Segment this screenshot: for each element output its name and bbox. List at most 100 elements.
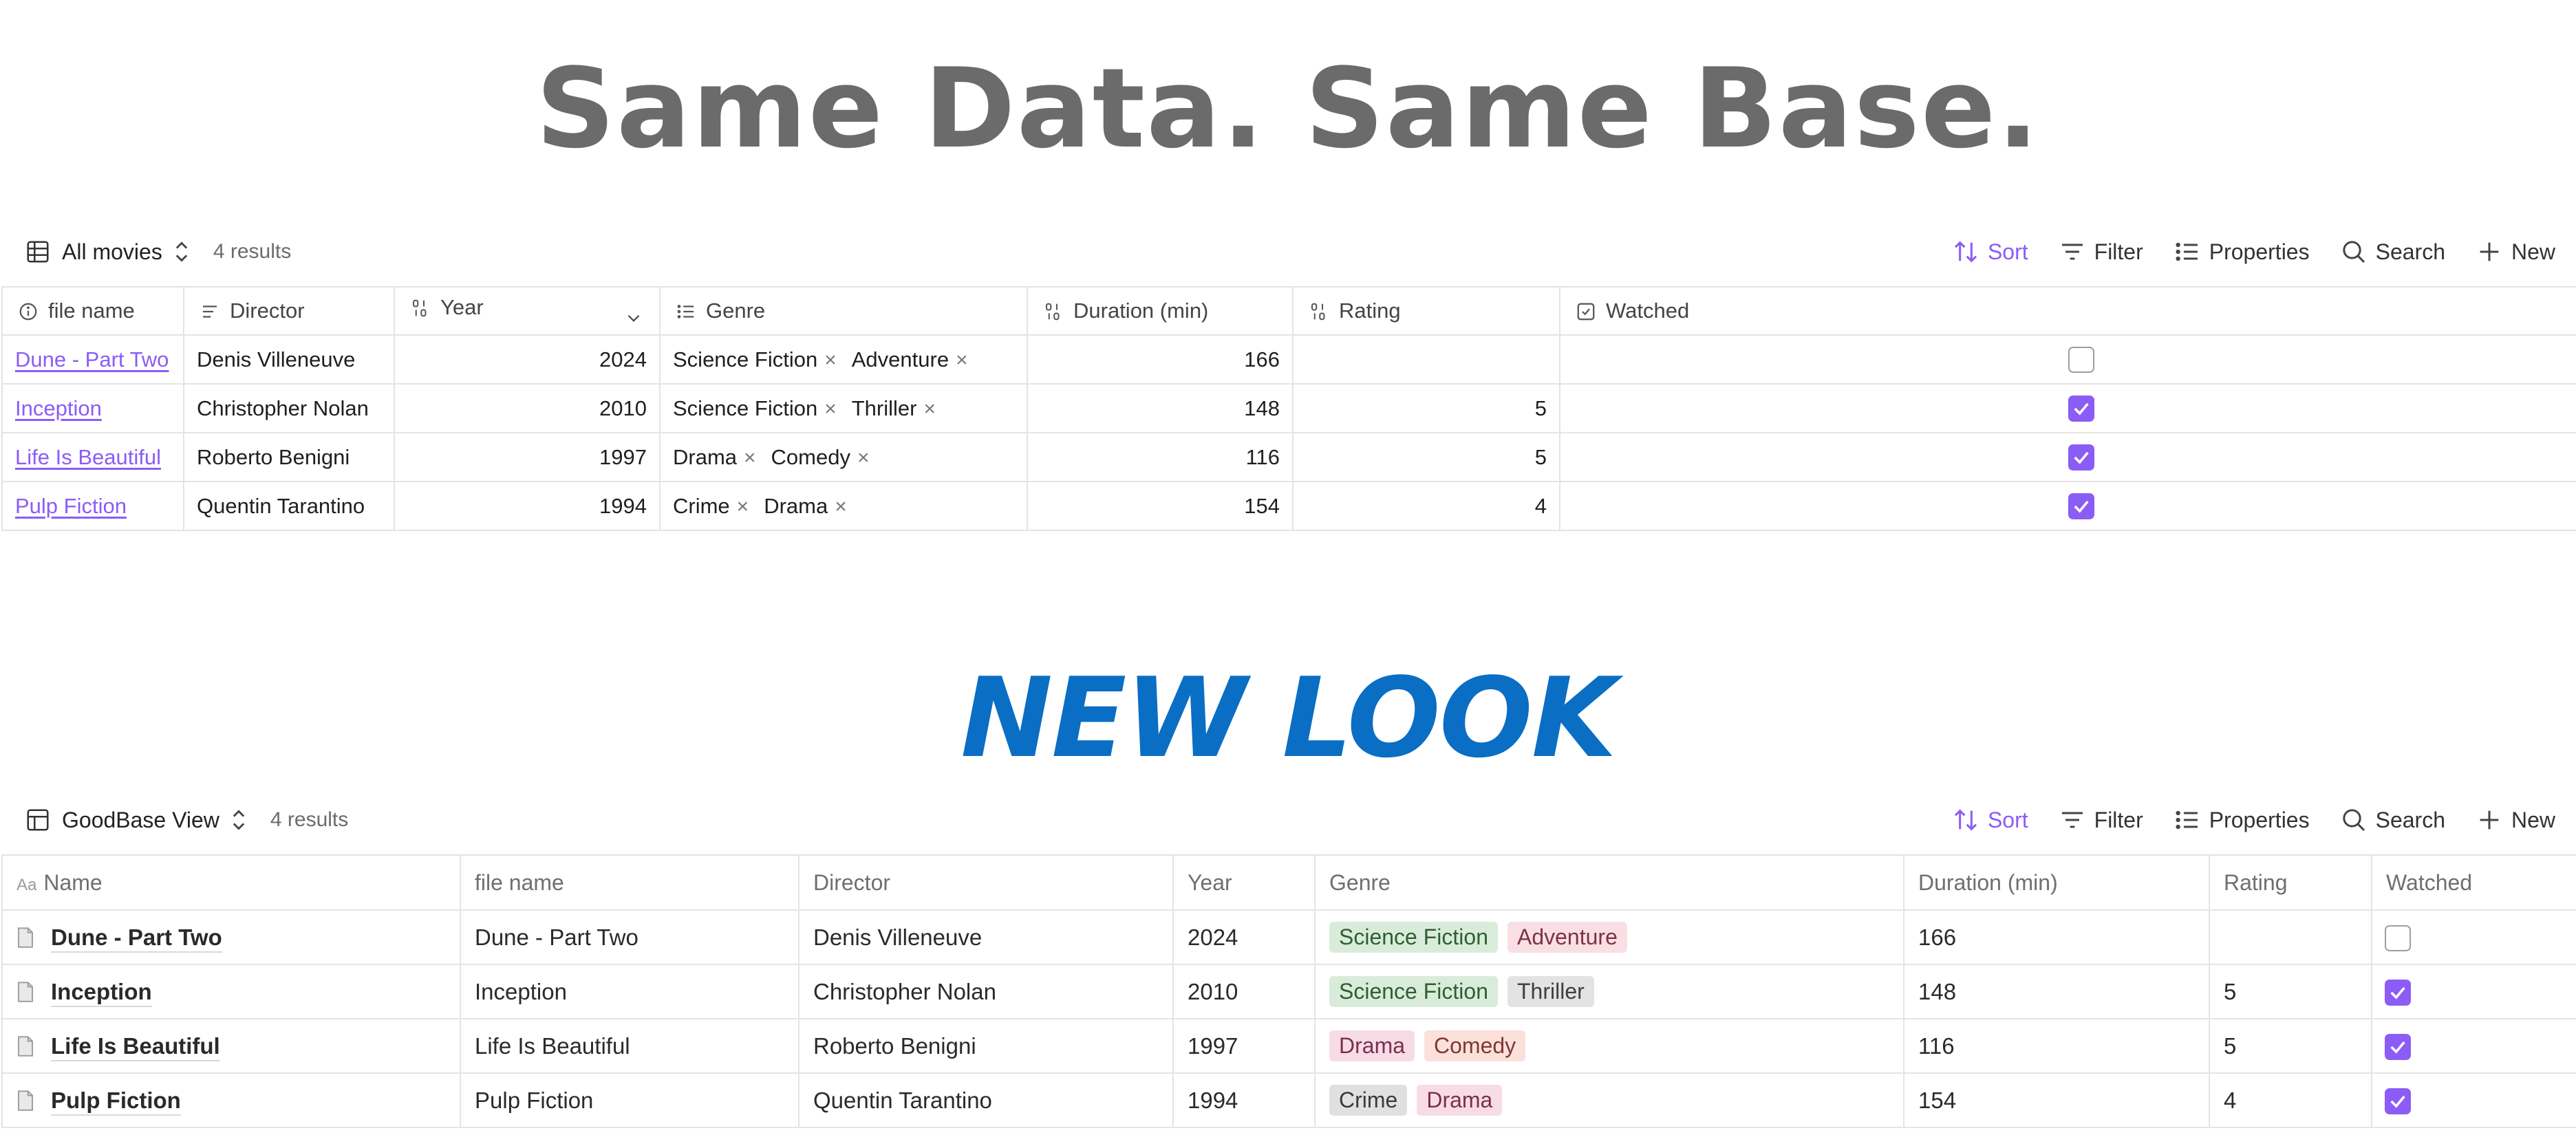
chevron-up-down-icon[interactable] <box>230 808 247 832</box>
remove-icon[interactable]: × <box>744 446 756 469</box>
cell-name[interactable]: Inception <box>1 964 461 1019</box>
remove-icon[interactable]: × <box>956 349 968 371</box>
remove-icon[interactable]: × <box>835 495 847 518</box>
column-header-genre[interactable]: Genre <box>1314 854 1904 911</box>
remove-icon[interactable]: × <box>737 495 749 518</box>
chevron-up-down-icon[interactable] <box>173 239 190 264</box>
cell-genre[interactable]: Drama Comedy <box>1314 1018 1904 1074</box>
column-header-director[interactable]: Director <box>183 286 395 336</box>
cell-duration[interactable]: 166 <box>1903 909 2210 965</box>
cell-rating[interactable]: 5 <box>1292 383 1560 433</box>
watched-checkbox[interactable] <box>2068 493 2094 519</box>
cell-director[interactable]: Christopher Nolan <box>183 383 395 433</box>
cell-year[interactable]: 2024 <box>1172 909 1316 965</box>
cell-duration[interactable]: 154 <box>1903 1072 2210 1128</box>
watched-checkbox[interactable] <box>2068 395 2094 422</box>
cell-rating[interactable]: 5 <box>1292 432 1560 482</box>
remove-icon[interactable]: × <box>824 349 837 371</box>
cell-director[interactable]: Quentin Tarantino <box>183 481 395 531</box>
cell-file-name[interactable]: Life Is Beautiful <box>460 1018 799 1074</box>
cell-genre[interactable]: Science Fiction Thriller <box>1314 964 1904 1019</box>
cell-genre[interactable]: Science Fiction × Adventure × <box>659 334 1028 385</box>
cell-director[interactable]: Denis Villeneuve <box>183 334 395 385</box>
column-header-rating[interactable]: Rating <box>1292 286 1560 336</box>
sort-button[interactable]: Sort <box>1952 238 2028 266</box>
column-header-file-name[interactable]: file name <box>1 286 184 336</box>
cell-genre[interactable]: Science Fiction Adventure <box>1314 909 1904 965</box>
remove-icon[interactable]: × <box>824 398 837 420</box>
cell-year[interactable]: 1997 <box>1172 1018 1316 1074</box>
column-header-year[interactable]: Year <box>1172 854 1316 911</box>
watched-checkbox[interactable] <box>2385 925 2411 951</box>
cell-year[interactable]: 2010 <box>1172 964 1316 1019</box>
cell-genre[interactable]: Crime Drama <box>1314 1072 1904 1128</box>
cell-name[interactable]: Dune - Part Two <box>1 909 461 965</box>
cell-file-name[interactable]: Inception <box>460 964 799 1019</box>
watched-checkbox[interactable] <box>2385 1033 2411 1060</box>
cell-year[interactable]: 1997 <box>394 432 661 482</box>
cell-duration[interactable]: 166 <box>1027 334 1294 385</box>
view-switcher[interactable]: GoodBase View <box>62 808 219 833</box>
view-switcher[interactable]: All movies <box>62 239 162 265</box>
cell-genre[interactable]: Crime × Drama × <box>659 481 1028 531</box>
cell-genre[interactable]: Drama × Comedy × <box>659 432 1028 482</box>
file-link[interactable]: Inception <box>15 396 102 420</box>
properties-button[interactable]: Properties <box>2174 806 2310 834</box>
cell-rating[interactable]: 4 <box>1292 481 1560 531</box>
column-header-file-name[interactable]: file name <box>460 854 799 911</box>
file-link[interactable]: Life Is Beautiful <box>15 445 161 469</box>
remove-icon[interactable]: × <box>923 398 936 420</box>
cell-director[interactable]: Quentin Tarantino <box>798 1072 1174 1128</box>
cell-duration[interactable]: 148 <box>1027 383 1294 433</box>
cell-file-name[interactable]: Pulp Fiction <box>460 1072 799 1128</box>
watched-checkbox[interactable] <box>2068 346 2094 373</box>
cell-duration[interactable]: 116 <box>1027 432 1294 482</box>
page-name[interactable]: Dune - Part Two <box>51 924 222 953</box>
cell-year[interactable]: 2024 <box>394 334 661 385</box>
column-header-duration[interactable]: Duration (min) <box>1027 286 1294 336</box>
file-link[interactable]: Pulp Fiction <box>15 494 127 518</box>
cell-director[interactable]: Roberto Benigni <box>183 432 395 482</box>
column-header-genre[interactable]: Genre <box>659 286 1028 336</box>
column-header-rating[interactable]: Rating <box>2209 854 2372 911</box>
column-header-watched[interactable]: Watched <box>1559 286 2576 336</box>
cell-rating[interactable] <box>2209 909 2372 965</box>
column-header-year[interactable]: Year <box>394 286 661 336</box>
cell-rating[interactable]: 5 <box>2209 964 2372 1019</box>
filter-button[interactable]: Filter <box>2059 806 2143 834</box>
properties-button[interactable]: Properties <box>2174 238 2310 266</box>
cell-name[interactable]: Life Is Beautiful <box>1 1018 461 1074</box>
cell-duration[interactable]: 154 <box>1027 481 1294 531</box>
cell-year[interactable]: 2010 <box>394 383 661 433</box>
sort-button[interactable]: Sort <box>1952 806 2028 834</box>
page-name[interactable]: Inception <box>51 978 152 1007</box>
cell-file-name[interactable]: Dune - Part Two <box>460 909 799 965</box>
remove-icon[interactable]: × <box>857 446 870 469</box>
cell-director[interactable]: Denis Villeneuve <box>798 909 1174 965</box>
cell-genre[interactable]: Science Fiction × Thriller × <box>659 383 1028 433</box>
new-button[interactable]: New <box>2476 806 2555 834</box>
file-link[interactable]: Dune - Part Two <box>15 347 169 371</box>
watched-checkbox[interactable] <box>2068 444 2094 471</box>
watched-checkbox[interactable] <box>2385 1088 2411 1114</box>
watched-checkbox[interactable] <box>2385 979 2411 1006</box>
cell-year[interactable]: 1994 <box>394 481 661 531</box>
search-button[interactable]: Search <box>2340 238 2445 266</box>
column-header-duration[interactable]: Duration (min) <box>1903 854 2210 911</box>
filter-button[interactable]: Filter <box>2059 238 2143 266</box>
cell-name[interactable]: Pulp Fiction <box>1 1072 461 1128</box>
column-header-watched[interactable]: Watched <box>2371 854 2576 911</box>
cell-director[interactable]: Christopher Nolan <box>798 964 1174 1019</box>
new-button[interactable]: New <box>2476 238 2555 266</box>
cell-year[interactable]: 1994 <box>1172 1072 1316 1128</box>
page-name[interactable]: Life Is Beautiful <box>51 1033 220 1061</box>
column-header-name[interactable]: Aa Name <box>1 854 461 911</box>
cell-rating[interactable]: 4 <box>2209 1072 2372 1128</box>
cell-duration[interactable]: 116 <box>1903 1018 2210 1074</box>
cell-duration[interactable]: 148 <box>1903 964 2210 1019</box>
page-name[interactable]: Pulp Fiction <box>51 1087 181 1116</box>
cell-director[interactable]: Roberto Benigni <box>798 1018 1174 1074</box>
chevron-down-icon[interactable] <box>625 309 643 327</box>
cell-rating[interactable]: 5 <box>2209 1018 2372 1074</box>
search-button[interactable]: Search <box>2340 806 2445 834</box>
